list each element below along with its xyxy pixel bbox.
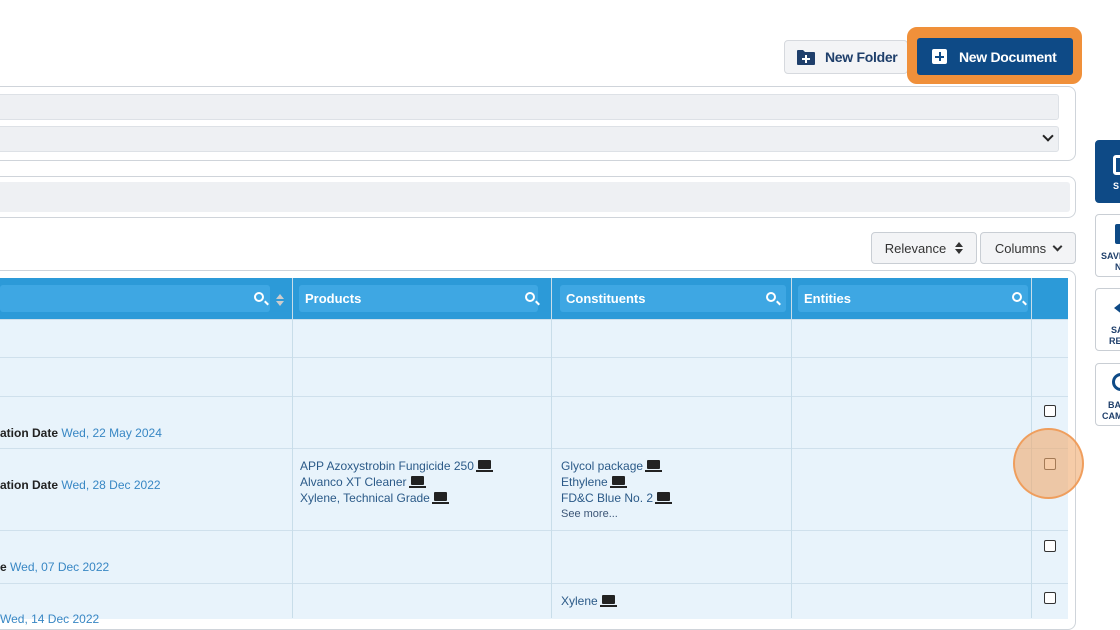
bookmark-icon xyxy=(1115,224,1120,244)
product-link[interactable]: Xylene, Technical Grade xyxy=(300,490,491,506)
side-button-search[interactable]: S xyxy=(1095,140,1120,203)
product-link[interactable]: Alvanco XT Cleaner xyxy=(300,474,491,490)
row-checkbox[interactable] xyxy=(1044,405,1056,417)
date-link[interactable]: Wed, 28 Dec 2022 xyxy=(61,478,160,492)
new-folder-label: New Folder xyxy=(825,49,898,65)
date-link[interactable]: Wed, 14 Dec 2022 xyxy=(0,612,99,626)
publication-date-cell: ation Date Wed, 22 May 2024 xyxy=(0,426,162,440)
column-divider xyxy=(791,278,792,618)
header-cell-constituents: Constituents xyxy=(552,278,791,319)
header-filter-constituents[interactable]: Constituents xyxy=(560,285,786,312)
product-link[interactable]: APP Azoxystrobin Fungicide 250 xyxy=(300,458,493,474)
column-divider xyxy=(551,278,552,618)
laptop-icon xyxy=(609,476,627,488)
publication-date-cell: e Wed, 07 Dec 2022 xyxy=(0,560,110,574)
side-button-saved-results[interactable]: SA RE xyxy=(1095,288,1120,351)
header-cell-document xyxy=(0,278,292,319)
table-row[interactable] xyxy=(0,319,1068,357)
sort-icon[interactable] xyxy=(276,294,284,306)
table-row[interactable] xyxy=(0,357,1068,396)
laptop-icon xyxy=(599,595,617,607)
constituent-link[interactable]: Ethylene xyxy=(561,474,670,490)
table-row[interactable]: ation Date Wed, 22 May 2024 xyxy=(0,396,1068,448)
sort-icon xyxy=(955,242,964,254)
date-link[interactable]: Wed, 07 Dec 2022 xyxy=(10,560,109,574)
folder-plus-icon xyxy=(797,49,815,65)
header-filter-entities[interactable]: Entities xyxy=(798,285,1028,312)
constituent-link[interactable]: Xylene xyxy=(561,593,617,609)
click-indicator xyxy=(1013,428,1084,499)
publication-date-cell: ation Date Wed, 28 Dec 2022 xyxy=(0,478,161,492)
products-cell: APP Azoxystrobin Fungicide 250 Alvanco X… xyxy=(300,458,493,506)
constituents-cell: Glycol package Ethylene FD&C Blue No. 2 … xyxy=(561,458,673,522)
new-folder-button[interactable]: New Folder xyxy=(784,40,908,74)
header-filter-document[interactable] xyxy=(0,285,270,312)
search-input[interactable] xyxy=(0,182,1070,212)
save-icon xyxy=(1113,155,1120,175)
constituent-link[interactable]: FD&C Blue No. 2 xyxy=(561,490,673,506)
new-document-button[interactable]: New Document xyxy=(917,38,1073,75)
plus-square-icon xyxy=(932,49,947,64)
column-divider xyxy=(292,278,293,618)
table-row[interactable]: e Wed, 07 Dec 2022 xyxy=(0,530,1068,583)
see-more-link[interactable]: See more... xyxy=(561,506,670,522)
constituents-cell: Xylene xyxy=(561,593,617,609)
arrow-left-icon xyxy=(1114,301,1120,315)
search-icon[interactable] xyxy=(525,292,535,302)
entities-header-label: Entities xyxy=(804,291,851,306)
laptop-icon xyxy=(645,460,663,472)
laptop-icon xyxy=(408,476,426,488)
header-cell-products: Products xyxy=(293,278,551,319)
row-checkbox[interactable] xyxy=(1044,540,1056,552)
products-header-label: Products xyxy=(305,291,362,306)
table-row[interactable]: Wed, 14 Dec 2022 Xylene xyxy=(0,583,1068,626)
relevance-sort-button[interactable]: Relevance xyxy=(871,232,977,264)
search-icon[interactable] xyxy=(1012,292,1022,302)
relevance-label: Relevance xyxy=(884,240,947,256)
search-icon[interactable] xyxy=(766,292,776,302)
table-row[interactable]: ation Date Wed, 28 Dec 2022 APP Azoxystr… xyxy=(0,448,1068,530)
target-icon xyxy=(1112,373,1120,391)
laptop-icon xyxy=(475,460,493,472)
publication-date-cell: Wed, 14 Dec 2022 xyxy=(0,611,99,627)
header-cell-entities: Entities xyxy=(792,278,1031,319)
filter-select[interactable] xyxy=(0,126,1059,152)
side-button-save[interactable]: SAVE N xyxy=(1095,214,1120,277)
chevron-down-icon xyxy=(1052,241,1063,251)
constituents-header-label: Constituents xyxy=(566,291,646,306)
columns-label: Columns xyxy=(994,240,1047,256)
search-icon[interactable] xyxy=(254,292,264,302)
constituent-link[interactable]: Glycol package xyxy=(561,458,670,474)
date-link[interactable]: Wed, 22 May 2024 xyxy=(61,426,162,440)
columns-button[interactable]: Columns xyxy=(980,232,1076,264)
laptop-icon xyxy=(655,492,673,504)
filter-input[interactable] xyxy=(0,94,1059,120)
chevron-down-icon xyxy=(1042,130,1054,142)
header-filter-products[interactable]: Products xyxy=(299,285,538,312)
new-document-label: New Document xyxy=(959,48,1057,65)
row-checkbox[interactable] xyxy=(1044,592,1056,604)
side-button-campaign[interactable]: BA CAM xyxy=(1095,363,1120,426)
laptop-icon xyxy=(431,492,449,504)
